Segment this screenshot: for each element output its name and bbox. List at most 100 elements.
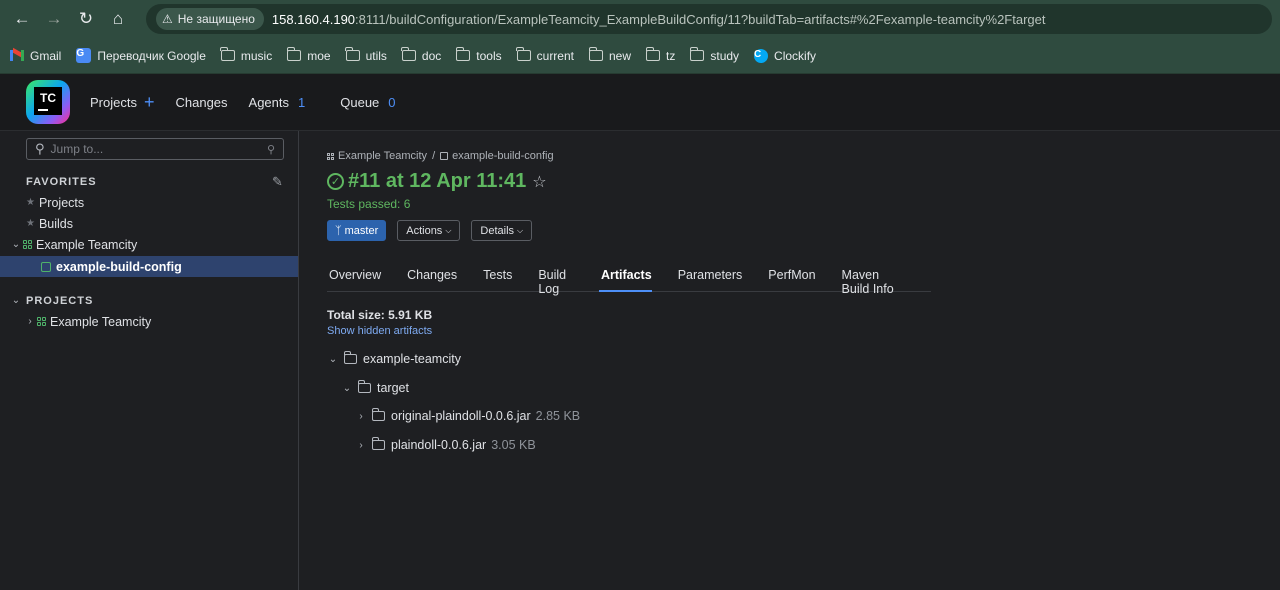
- chevron-right-icon[interactable]: ›: [354, 440, 368, 451]
- branch-icon: ᛉ: [335, 224, 342, 237]
- project-icon: [23, 240, 32, 249]
- file-size: 2.85 KB: [535, 409, 581, 423]
- show-hidden-artifacts-link[interactable]: Show hidden artifacts: [327, 325, 432, 337]
- nav-queue[interactable]: Queue 0: [340, 95, 395, 110]
- bookmark-google-translate[interactable]: G Переводчик Google: [76, 48, 206, 63]
- tab-changes[interactable]: Changes: [405, 268, 457, 292]
- security-chip[interactable]: ⚠ Не защищено: [156, 8, 264, 30]
- search-icon: ⚲: [35, 141, 45, 156]
- tab-build-log[interactable]: Build Log: [536, 268, 575, 296]
- details-button[interactable]: Details ⌵: [471, 220, 533, 241]
- search-icon-small: ⚲: [266, 143, 275, 156]
- breadcrumb-project[interactable]: Example Teamcity: [338, 150, 427, 162]
- folder-icon: [220, 47, 235, 61]
- agents-count: 1: [298, 94, 306, 110]
- sidebar-item-build-config[interactable]: example-build-config: [0, 256, 298, 277]
- folder-icon: [516, 47, 531, 61]
- chevron-down-icon: ⌵: [517, 225, 524, 235]
- total-size: Total size: 5.91 KB: [327, 308, 433, 322]
- clockify-icon: C: [754, 48, 769, 63]
- url-path: :8111/buildConfiguration/ExampleTeamcity…: [355, 11, 1046, 27]
- star-icon: ★: [26, 218, 35, 229]
- star-outline-icon[interactable]: ☆: [532, 172, 546, 192]
- folder-icon: [343, 351, 357, 364]
- artifact-folder-target[interactable]: ⌄ target: [340, 380, 409, 395]
- bookmark-tz[interactable]: tz: [645, 47, 675, 63]
- sidebar: ⚲ Jump to... ⚲ FAVORITES ✎ ★ Projects ★ …: [0, 131, 299, 590]
- sidebar-item-projects-example-teamcity[interactable]: › Example Teamcity: [0, 311, 298, 332]
- breadcrumb-config[interactable]: example-build-config: [452, 150, 554, 162]
- breadcrumb: Example Teamcity / example-build-config: [327, 150, 554, 162]
- security-label: Не защищено: [177, 12, 255, 26]
- url-field[interactable]: ⚠ Не защищено 158.160.4.190:8111/buildCo…: [146, 4, 1272, 34]
- archive-folder-icon: [371, 437, 385, 450]
- bookmark-tools[interactable]: tools: [455, 47, 502, 63]
- nav-agents[interactable]: Agents 1: [249, 95, 306, 110]
- actions-button[interactable]: Actions ⌵: [397, 220, 461, 241]
- sidebar-item-example-teamcity[interactable]: ⌄ Example Teamcity: [0, 234, 298, 255]
- folder-icon: [455, 47, 471, 61]
- artifact-file-row[interactable]: › plaindoll-0.0.6.jar 3.05 KB: [354, 437, 536, 452]
- reload-icon[interactable]: ↻: [72, 5, 100, 33]
- build-actions: ᛉ master Actions ⌵ Details ⌵: [327, 220, 543, 241]
- tab-artifacts[interactable]: Artifacts: [598, 268, 652, 292]
- folder-icon: [286, 47, 302, 61]
- folder-icon: [645, 47, 661, 61]
- tab-perfmon[interactable]: PerfMon: [766, 268, 815, 292]
- build-tabs: Overview Changes Tests Build Log Artifac…: [327, 268, 931, 296]
- nav-changes[interactable]: Changes: [175, 95, 227, 110]
- star-icon: ★: [26, 197, 35, 208]
- chevron-down-icon[interactable]: ⌄: [9, 295, 23, 306]
- chevron-down-icon[interactable]: ⌄: [340, 383, 354, 394]
- queue-count: 0: [388, 94, 396, 110]
- bookmark-gmail[interactable]: Gmail: [10, 47, 61, 63]
- google-translate-icon: G: [76, 48, 92, 63]
- artifact-file-row[interactable]: › original-plaindoll-0.0.6.jar 2.85 KB: [354, 408, 581, 423]
- build-title: ✓ #11 at 12 Apr 11:41 ☆: [327, 170, 547, 193]
- archive-folder-icon: [371, 408, 385, 421]
- bookmark-current[interactable]: current: [516, 47, 574, 63]
- chevron-right-icon[interactable]: ›: [354, 411, 368, 422]
- back-arrow-icon[interactable]: ←: [8, 5, 36, 33]
- warning-icon: ⚠: [162, 12, 173, 26]
- project-icon: [327, 152, 334, 160]
- folder-icon: [689, 47, 705, 61]
- tab-overview[interactable]: Overview: [327, 268, 381, 292]
- bookmark-doc[interactable]: doc: [401, 47, 441, 63]
- home-icon[interactable]: ⌂: [104, 5, 132, 33]
- jump-to-search[interactable]: ⚲ Jump to... ⚲: [26, 138, 284, 160]
- tab-tests[interactable]: Tests: [481, 268, 512, 292]
- chevron-down-icon[interactable]: ⌄: [9, 239, 23, 250]
- sidebar-item-projects[interactable]: ★ Projects: [0, 192, 298, 213]
- teamcity-logo[interactable]: TC: [26, 80, 70, 124]
- chevron-down-icon[interactable]: ⌄: [326, 354, 340, 365]
- nav-projects[interactable]: Projects +: [90, 93, 154, 111]
- forward-arrow-icon[interactable]: →: [40, 5, 68, 33]
- bookmark-utils[interactable]: utils: [345, 47, 387, 63]
- sidebar-item-builds[interactable]: ★ Builds: [0, 213, 298, 234]
- bookmark-study[interactable]: study: [689, 47, 739, 63]
- tests-status[interactable]: Tests passed: 6: [327, 197, 410, 211]
- url-host: 158.160.4.190: [271, 11, 356, 27]
- bookmark-music[interactable]: music: [220, 47, 272, 63]
- page-title: #11 at 12 Apr 11:41: [348, 170, 527, 192]
- check-circle-icon: ✓: [327, 173, 344, 190]
- file-size: 3.05 KB: [491, 438, 536, 452]
- bookmarks-bar: Gmail G Переводчик Google music moe util…: [0, 38, 1280, 74]
- bookmark-new[interactable]: new: [588, 47, 631, 63]
- project-icon: [37, 317, 46, 326]
- pencil-icon[interactable]: ✎: [272, 174, 283, 190]
- projects-heading: PROJECTS: [26, 295, 94, 307]
- bookmark-moe[interactable]: moe: [286, 47, 331, 63]
- teamcity-header: TC Projects + Changes Agents 1 Queue 0: [0, 74, 1280, 131]
- tab-parameters[interactable]: Parameters: [676, 268, 743, 292]
- tab-maven-build-info[interactable]: Maven Build Info: [840, 268, 907, 296]
- branch-button[interactable]: ᛉ master: [327, 220, 387, 241]
- folder-icon: [357, 380, 371, 393]
- bookmark-clockify[interactable]: C Clockify: [754, 48, 816, 63]
- artifact-folder-root[interactable]: ⌄ example-teamcity: [326, 351, 461, 366]
- plus-icon[interactable]: +: [144, 93, 155, 111]
- chevron-right-icon[interactable]: ›: [23, 316, 37, 327]
- build-config-icon: [41, 261, 51, 272]
- browser-address-bar: ← → ↻ ⌂ ⚠ Не защищено 158.160.4.190:8111…: [0, 0, 1280, 38]
